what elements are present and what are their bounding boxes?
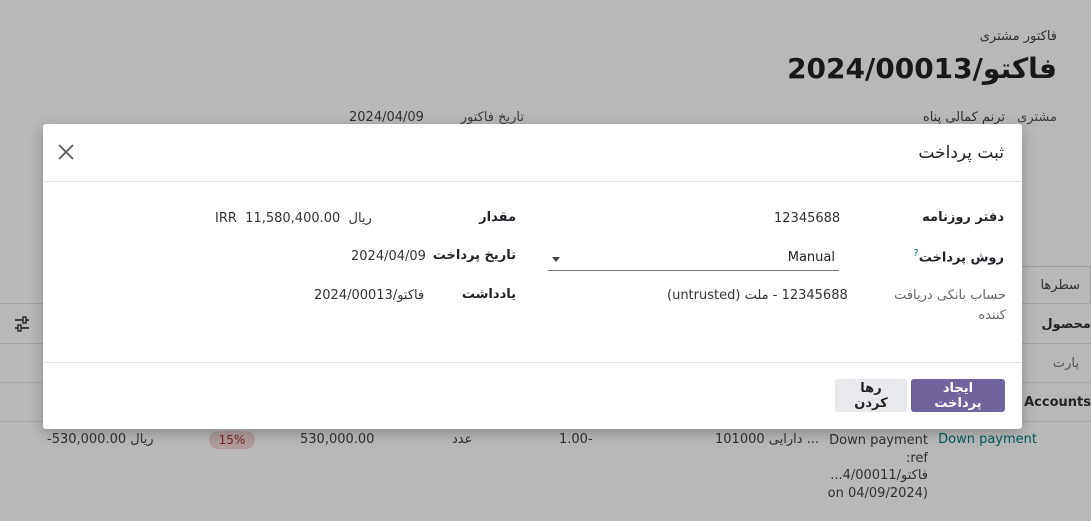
caret-down-icon [552,257,560,262]
dialog-header: ثبت پرداخت [43,124,1022,182]
amount-currency-symbol: ریال [348,211,372,226]
dialog-title: ثبت پرداخت [918,143,1004,163]
payment-date-label: تاریخ پرداخت [432,248,516,263]
amount-value[interactable]: IRR ریال 11,580,400.00 [215,211,372,226]
journal-value[interactable]: 12345688 [774,211,840,226]
discard-button[interactable]: رها کردن [835,379,907,412]
close-icon[interactable] [57,143,75,161]
memo-value[interactable]: فاکتو/2024/00013 [314,288,424,303]
recipient-bank-value[interactable]: 12345688 - ملت (untrusted) [667,288,848,303]
amount-label: مقدار [479,210,516,225]
payment-date-value[interactable]: 2024/04/09 [351,249,426,264]
amount-currency-code: IRR [215,211,237,226]
payment-method-label: روش پرداخت? [913,248,1004,266]
memo-label: یادداشت [461,287,516,302]
journal-label: دفتر روزنامه [922,210,1004,225]
payment-method-select[interactable]: Manual [548,246,839,271]
recipient-bank-label: حساب بانکی دریافت کننده [894,288,1006,323]
screen: فاکتور مشتری فاکتو/2024/00013 مشتری ترنم… [0,0,1091,521]
dialog-footer: ایجاد پرداخت رها کردن [43,362,1022,429]
amount-number: 11,580,400.00 [245,211,341,226]
payment-method-value: Manual [787,250,835,265]
register-payment-dialog: ثبت پرداخت دفتر روزنامه 12345688 روش پرد… [43,124,1022,429]
create-payment-button[interactable]: ایجاد پرداخت [911,379,1005,412]
